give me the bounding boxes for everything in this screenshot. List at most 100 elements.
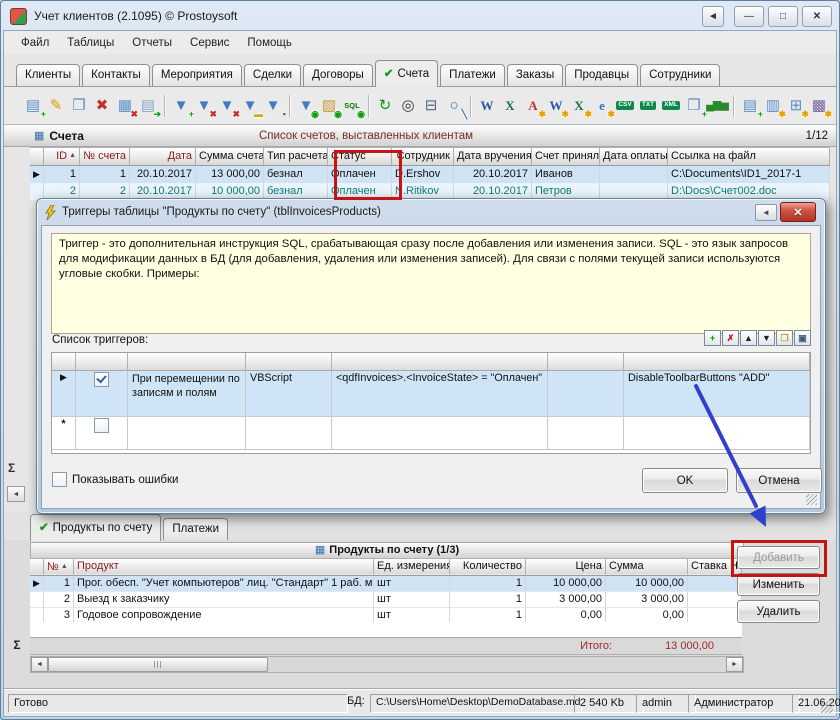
filter-delete-all-icon[interactable]: ▼ ✖ — [216, 95, 238, 117]
window-resize-grip[interactable] — [821, 701, 833, 713]
column-header[interactable] — [246, 353, 332, 370]
tab-contracts[interactable]: Договоры — [303, 64, 373, 86]
tab-payments[interactable]: Платежи — [440, 64, 505, 86]
menu-file[interactable]: Файл — [12, 37, 58, 49]
invoices-hscroll-left-arrow[interactable]: ◄ — [7, 486, 25, 502]
column-header[interactable]: ID▲ — [44, 148, 80, 165]
column-header[interactable]: Дата оплаты — [600, 148, 668, 165]
tab-invoice-products[interactable]: ✔Продукты по счету — [30, 514, 161, 541]
preview-icon[interactable]: ○ ╲ — [443, 95, 465, 117]
filter-save-icon[interactable]: ▼ ▪ — [262, 95, 284, 117]
collapse-titlebar-button[interactable]: ◄ — [702, 6, 724, 27]
scroll-left-arrow[interactable]: ◄ — [31, 657, 48, 672]
column-header[interactable]: Счет принял — [532, 148, 600, 165]
export-acrobat-template-icon[interactable]: A ✱ — [522, 95, 544, 117]
tab-contacts[interactable]: Контакты — [82, 64, 150, 86]
delete-table-rows-icon[interactable]: ▦ ✖ — [114, 95, 136, 117]
export-word-template-icon[interactable]: W ✱ — [545, 95, 567, 117]
export-html-template-icon[interactable]: e ✱ — [591, 95, 613, 117]
tab-orders[interactable]: Заказы — [507, 64, 563, 86]
show-errors-option[interactable]: Показывать ошибки — [52, 472, 178, 487]
export-xml-icon[interactable]: XML — [660, 95, 682, 117]
tab-deals[interactable]: Сделки — [244, 64, 301, 86]
dialog-close-button[interactable]: ✕ — [780, 202, 816, 222]
trigger-delete-icon[interactable]: ✗ — [722, 330, 739, 346]
column-header[interactable]: № счета — [80, 148, 130, 165]
menu-reports[interactable]: Отчеты — [123, 37, 181, 49]
print-icon[interactable]: ⊟ — [420, 95, 442, 117]
tab-invoice-payments[interactable]: Платежи — [163, 518, 228, 540]
tab-sellers[interactable]: Продавцы — [565, 64, 638, 86]
export-csv-icon[interactable]: CSV — [614, 95, 636, 117]
trigger-new-row[interactable]: * — [52, 417, 810, 450]
column-header[interactable]: Ед. измерения — [374, 559, 450, 575]
tab-clients[interactable]: Клиенты — [16, 64, 80, 86]
view-settings-icon[interactable]: ▥ ✱ — [762, 95, 784, 117]
subfilter-view-icon[interactable]: ▧ ◉ — [318, 95, 340, 117]
export-all-icon[interactable]: ❐ + — [683, 95, 705, 117]
product-row-2[interactable]: 2 Выезд к заказчику шт 1 3 000,00 3 000,… — [30, 592, 742, 608]
column-header[interactable]: Дата — [130, 148, 196, 165]
menu-tables[interactable]: Таблицы — [58, 37, 123, 49]
refresh-icon[interactable]: ↻ — [374, 95, 396, 117]
trigger-move-up-icon[interactable]: ▲ — [740, 330, 757, 346]
tab-invoices[interactable]: ✔Счета — [375, 60, 438, 87]
filter-open-icon[interactable]: ▼ ▬ — [239, 95, 261, 117]
column-header[interactable]: Количество — [450, 559, 526, 575]
delete-product-button[interactable]: Удалить — [737, 600, 820, 623]
export-excel-template-icon[interactable]: X ✱ — [568, 95, 590, 117]
export-txt-icon[interactable]: TXT — [637, 95, 659, 117]
tab-events[interactable]: Мероприятия — [152, 64, 242, 86]
column-header[interactable]: Продукт — [74, 559, 374, 575]
edit-record-icon[interactable]: ✎ — [45, 95, 67, 117]
column-header[interactable] — [76, 353, 128, 370]
column-header[interactable]: Дата вручения — [454, 148, 532, 165]
new-record-icon[interactable]: ▤ + — [22, 95, 44, 117]
trigger-enabled-checkbox[interactable] — [94, 372, 109, 387]
dialog-resize-grip[interactable] — [806, 494, 817, 505]
show-errors-checkbox[interactable] — [52, 472, 67, 487]
grid-settings-icon[interactable]: ⊞ ✱ — [785, 95, 807, 117]
products-hscrollbar[interactable]: ◄ ► — [30, 656, 744, 673]
menu-service[interactable]: Сервис — [181, 37, 238, 49]
column-header[interactable]: №▲ — [44, 559, 74, 575]
minimize-button[interactable]: — — [734, 6, 764, 27]
find-icon[interactable]: ◎ — [397, 95, 419, 117]
trigger-add-icon[interactable]: + — [704, 330, 721, 346]
export-word-icon[interactable]: W — [476, 95, 498, 117]
new-trigger-enabled-checkbox[interactable] — [94, 418, 109, 433]
cancel-button[interactable]: Отмена — [736, 468, 822, 493]
trigger-row-1[interactable]: ▶ При перемещении по записям и полям VBS… — [52, 371, 810, 417]
filter-view-icon[interactable]: ▼ ◉ — [295, 95, 317, 117]
column-header[interactable]: Сумма — [606, 559, 688, 575]
close-button[interactable]: ✕ — [802, 6, 832, 27]
chart-icon[interactable]: ▄▆▅ — [706, 95, 728, 117]
form-settings-icon[interactable]: ▩ ✱ — [808, 95, 830, 117]
column-header[interactable] — [332, 353, 548, 370]
trigger-move-down-icon[interactable]: ▼ — [758, 330, 775, 346]
new-view-icon[interactable]: ▤ + — [739, 95, 761, 117]
filter-add-icon[interactable]: ▼ + — [170, 95, 192, 117]
column-header[interactable] — [548, 353, 624, 370]
filter-delete-icon[interactable]: ▼ ✖ — [193, 95, 215, 117]
maximize-button[interactable]: □ — [768, 6, 798, 27]
column-header[interactable]: Цена — [526, 559, 606, 575]
copy-record-icon[interactable]: ❐ — [68, 95, 90, 117]
ok-button[interactable]: OK — [642, 468, 728, 493]
scroll-right-arrow[interactable]: ► — [726, 657, 743, 672]
import-records-icon[interactable]: ▤ ➔ — [137, 95, 159, 117]
menu-help[interactable]: Помощь — [238, 37, 300, 49]
trigger-load-icon[interactable]: ❒ — [776, 330, 793, 346]
column-header[interactable]: Ссылка на файл — [668, 148, 830, 165]
dialog-collapse-button[interactable]: ◄ — [755, 204, 777, 221]
product-row-1[interactable]: ▶ 1 Прог. обесп. "Учет компьютеров" лиц.… — [30, 576, 742, 592]
column-header[interactable]: Тип расчета — [264, 148, 328, 165]
column-header[interactable] — [128, 353, 246, 370]
sql-view-icon[interactable]: SQL ◉ — [341, 95, 363, 117]
trigger-save-icon[interactable]: ▣ — [794, 330, 811, 346]
column-header[interactable]: Сумма счета — [196, 148, 264, 165]
delete-record-icon[interactable]: ✖ — [91, 95, 113, 117]
column-header[interactable] — [624, 353, 810, 370]
tab-staff[interactable]: Сотрудники — [640, 64, 720, 86]
export-excel-icon[interactable]: X — [499, 95, 521, 117]
